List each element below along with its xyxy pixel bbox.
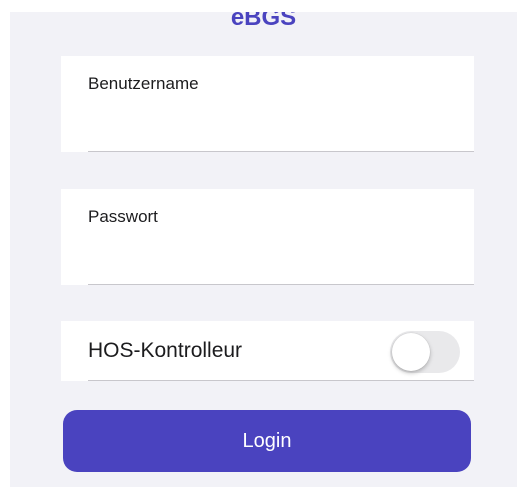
password-input[interactable] [88, 237, 468, 267]
password-label: Passwort [88, 207, 158, 226]
password-field-block: Passwort [61, 189, 474, 285]
login-button[interactable]: Login [63, 410, 471, 472]
username-underline [88, 151, 474, 152]
login-screen: eBGS Benutzername Passwort HOS-Kontrolle… [10, 12, 517, 487]
hos-toggle-switch[interactable] [390, 331, 460, 373]
hos-toggle-underline [88, 380, 474, 381]
hos-toggle-label: HOS-Kontrolleur [88, 339, 243, 362]
username-input[interactable] [88, 104, 468, 134]
toggle-knob [392, 333, 430, 371]
hos-toggle-row: HOS-Kontrolleur [61, 321, 474, 381]
username-label: Benutzername [88, 74, 199, 93]
password-underline [88, 284, 474, 285]
app-title: eBGS [230, 12, 297, 31]
username-field-block: Benutzername [61, 56, 474, 152]
